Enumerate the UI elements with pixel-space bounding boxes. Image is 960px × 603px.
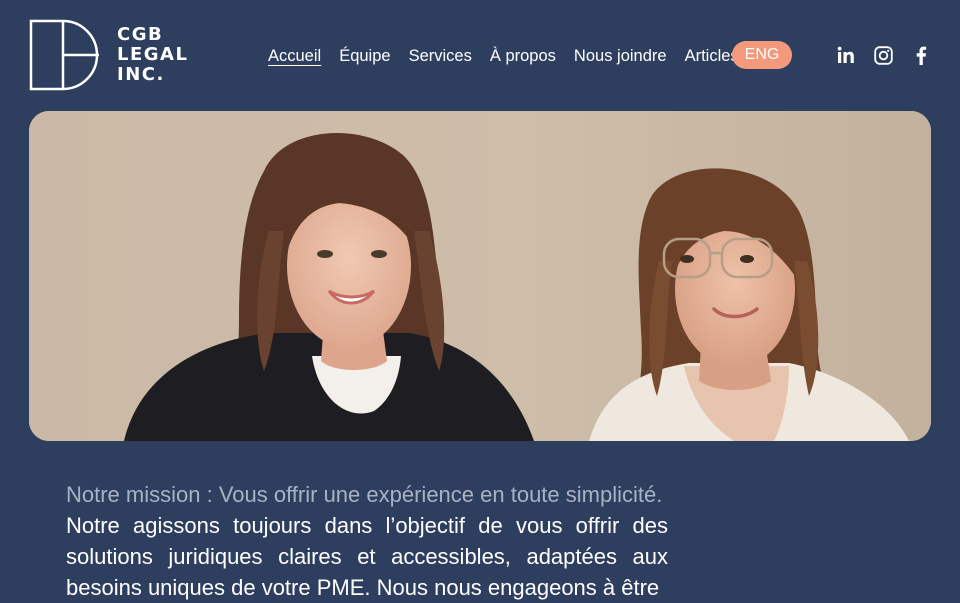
nav-item-equipe[interactable]: Équipe (339, 44, 390, 68)
nav-item-articles[interactable]: Articles (685, 44, 739, 68)
logo-mark-icon (29, 19, 99, 91)
logo-line: LEGAL (117, 44, 189, 65)
logo-line: INC. (117, 64, 165, 85)
linkedin-icon (837, 46, 854, 63)
hero-photo (29, 111, 931, 441)
nav-item-a-propos[interactable]: À propos (490, 44, 556, 68)
nav-item-services[interactable]: Services (409, 44, 472, 68)
mission-title: Notre mission : Vous offrir une expérien… (66, 482, 663, 507)
mission-section: Notre mission : Vous offrir une expérien… (66, 480, 668, 603)
logo-line: CGB (117, 24, 164, 45)
facebook-icon (916, 46, 927, 65)
main-nav: Accueil Équipe Services À propos Nous jo… (268, 44, 757, 68)
site-logo[interactable]: CGB LEGAL INC. (29, 19, 189, 91)
linkedin-link[interactable] (836, 45, 856, 65)
instagram-link[interactable] (873, 45, 893, 65)
site-header: CGB LEGAL INC. Accueil Équipe Services À… (0, 0, 960, 111)
nav-item-nous-joindre[interactable]: Nous joindre (574, 44, 667, 68)
instagram-icon (873, 45, 893, 65)
language-toggle-button[interactable]: ENG (732, 41, 792, 69)
facebook-link[interactable] (911, 45, 931, 65)
nav-item-accueil[interactable]: Accueil (268, 44, 321, 68)
team-photo-illustration (29, 111, 931, 441)
mission-body: Notre agissons toujours dans l’objectif … (66, 513, 668, 600)
logo-wordmark: CGB LEGAL INC. (117, 25, 188, 85)
